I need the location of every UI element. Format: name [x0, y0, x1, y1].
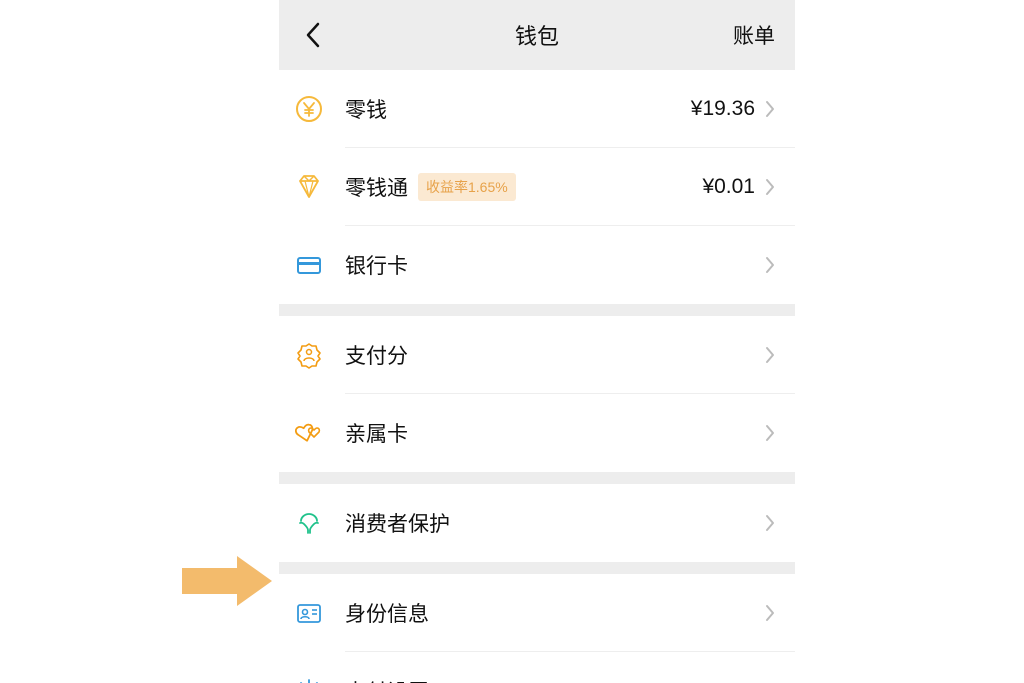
hearts-icon	[295, 419, 323, 447]
row-bankcards[interactable]: 银行卡	[279, 226, 795, 304]
chevron-right-icon	[765, 346, 775, 364]
annotation-arrow-bottom	[182, 556, 272, 606]
screen: 钱包 账单 零钱 ¥19.36	[0, 0, 1024, 683]
menu-list: 零钱 ¥19.36	[279, 70, 795, 683]
chevron-right-icon	[765, 178, 775, 196]
row-payscore[interactable]: 支付分	[279, 316, 795, 394]
page-title: 钱包	[279, 19, 795, 51]
section-separator	[279, 304, 795, 316]
row-label: 身份信息	[345, 598, 429, 628]
chevron-right-icon	[765, 100, 775, 118]
row-paysettings[interactable]: 支付设置	[279, 652, 795, 683]
section-separator	[279, 472, 795, 484]
row-label: 银行卡	[345, 250, 408, 280]
moneyplus-amount: ¥0.01	[702, 175, 755, 199]
row-label: 零钱通	[345, 172, 408, 202]
chevron-left-icon	[305, 22, 321, 48]
card-icon	[295, 251, 323, 279]
back-button[interactable]	[293, 0, 333, 70]
bill-button[interactable]: 账单	[733, 0, 775, 70]
row-balance[interactable]: 零钱 ¥19.36	[279, 70, 795, 148]
section-separator	[279, 562, 795, 574]
row-label: 消费者保护	[345, 508, 450, 538]
row-familycard[interactable]: 亲属卡	[279, 394, 795, 472]
id-card-icon	[295, 599, 323, 627]
row-consumerprotect[interactable]: 消费者保护	[279, 484, 795, 562]
row-identity[interactable]: 身份信息	[279, 574, 795, 652]
gear-badge-icon	[295, 341, 323, 369]
hands-protect-icon	[295, 509, 323, 537]
chevron-right-icon	[765, 256, 775, 274]
row-label: 支付设置	[345, 676, 429, 683]
row-label: 零钱	[345, 94, 387, 124]
yield-badge: 收益率1.65%	[418, 173, 516, 201]
chevron-right-icon	[765, 604, 775, 622]
balance-amount: ¥19.36	[691, 97, 755, 121]
row-moneyplus[interactable]: 零钱通 收益率1.65% ¥0.01	[279, 148, 795, 226]
app-frame: 钱包 账单 零钱 ¥19.36	[279, 0, 795, 683]
chevron-right-icon	[765, 424, 775, 442]
row-label: 支付分	[345, 340, 408, 370]
gear-icon	[295, 677, 323, 683]
chevron-right-icon	[765, 514, 775, 532]
row-label: 亲属卡	[345, 418, 408, 448]
header-bar: 钱包 账单	[279, 0, 795, 70]
diamond-icon	[295, 173, 323, 201]
yen-coin-icon	[295, 95, 323, 123]
